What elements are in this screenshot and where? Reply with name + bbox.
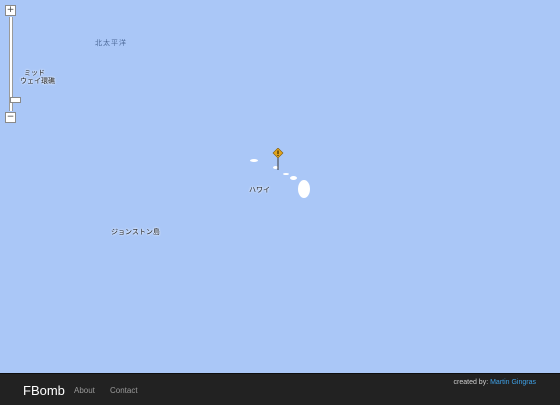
credit-prefix: created by <box>453 379 487 386</box>
island-molokai <box>283 173 289 175</box>
ocean-label: 北太平洋 <box>95 39 127 47</box>
footer-bar: FBomb About Contact created by: Martin G… <box>0 374 560 405</box>
zoom-out-button[interactable]: − <box>5 112 16 123</box>
location-marker-icon[interactable] <box>272 148 284 170</box>
island-maui <box>290 176 297 180</box>
credit-text: created by: Martin Gingras <box>453 379 536 386</box>
brand-logo[interactable]: FBomb <box>23 383 65 398</box>
nav-about[interactable]: About <box>74 386 95 395</box>
nav-contact[interactable]: Contact <box>110 386 138 395</box>
midway-label-line2: ウェイ環礁 <box>20 77 55 85</box>
island-kauai <box>250 159 258 162</box>
zoom-in-button[interactable]: + <box>5 5 16 16</box>
zoom-control[interactable]: + − <box>5 5 21 123</box>
credit-author-link[interactable]: Martin Gingras <box>490 379 536 386</box>
island-big-island <box>298 180 310 198</box>
map-canvas[interactable]: + − 北太平洋 ミッド ウェイ環礁 ハワイ ジョンストン島 <box>0 0 560 374</box>
zoom-slider-handle[interactable] <box>10 97 21 103</box>
hawaii-label: ハワイ <box>249 186 270 194</box>
zoom-slider-track[interactable] <box>9 17 21 111</box>
johnston-label: ジョンストン島 <box>111 228 160 236</box>
